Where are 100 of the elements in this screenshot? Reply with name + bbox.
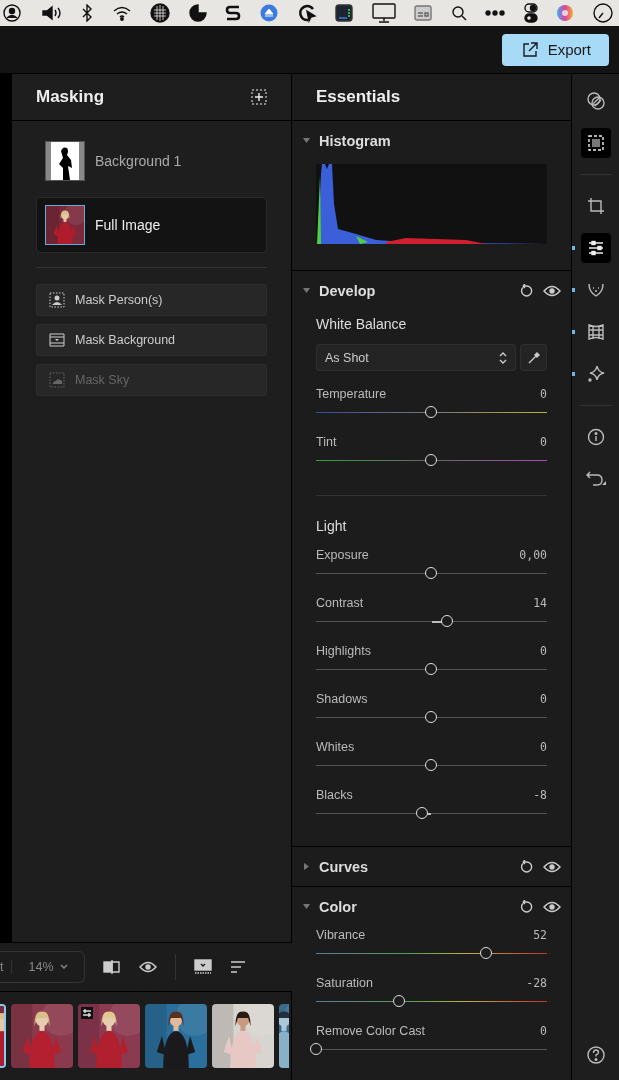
collapse-icon[interactable] — [302, 902, 311, 911]
crop-icon[interactable] — [586, 197, 605, 215]
silhouette-thumbnail-icon — [46, 142, 84, 180]
help-button[interactable] — [586, 1046, 605, 1064]
add-mask-icon[interactable] — [251, 89, 267, 105]
user-icon[interactable] — [2, 3, 22, 23]
expand-icon[interactable] — [302, 862, 311, 871]
orb-icon[interactable] — [556, 4, 575, 22]
mask-item[interactable]: Full Image — [36, 197, 267, 253]
eject-icon[interactable] — [259, 4, 278, 22]
preset-dropdown[interactable]: As Shot — [316, 344, 516, 371]
mask-action-button[interactable]: Mask Background — [36, 324, 267, 356]
slider-thumb[interactable] — [415, 806, 428, 819]
slider-value: -8 — [533, 788, 547, 802]
toggle-icon[interactable] — [523, 3, 538, 23]
mask-action-button[interactable]: Mask Person(s) — [36, 284, 267, 316]
eyedropper-icon — [527, 351, 540, 364]
section-title[interactable]: Histogram — [319, 132, 561, 149]
slider-thumb[interactable] — [425, 405, 437, 418]
slider-label: Whites — [316, 740, 355, 754]
slider-label: Exposure — [316, 548, 369, 562]
panel-title: Masking — [36, 87, 105, 107]
reset-icon[interactable] — [519, 859, 533, 874]
slider-thumb[interactable] — [392, 994, 405, 1007]
slider-label: Tint — [316, 435, 337, 449]
film-thumbnail[interactable] — [78, 1004, 140, 1068]
search-icon[interactable] — [450, 5, 467, 21]
wifi-icon[interactable] — [111, 5, 132, 21]
slider-thumb[interactable] — [425, 566, 437, 579]
slider-thumb[interactable] — [425, 453, 437, 466]
panel-title: Essentials — [316, 87, 401, 107]
adjustments-badge-icon — [82, 1008, 92, 1018]
slider-label: Blacks — [316, 788, 353, 802]
slider-value: 0 — [540, 387, 547, 401]
slider-value: 0 — [540, 1024, 547, 1038]
slider-thumb[interactable] — [425, 710, 437, 723]
layers-frame-icon — [49, 332, 65, 348]
reset-icon[interactable] — [519, 283, 533, 298]
person-frame-icon — [49, 292, 65, 308]
slider-label: Remove Color Cast — [316, 1024, 426, 1038]
slider-value: 0 — [540, 740, 547, 754]
film-thumbnail[interactable] — [212, 1004, 274, 1068]
film-thumbnail[interactable] — [11, 1004, 73, 1068]
slider-thumb[interactable] — [480, 946, 493, 959]
view-mode-label[interactable]: t — [0, 960, 13, 974]
reset-icon[interactable] — [519, 899, 533, 914]
eye-icon[interactable] — [543, 900, 561, 913]
section-title[interactable]: Color — [319, 898, 511, 915]
film-thumbnail[interactable] — [145, 1004, 207, 1068]
pie-icon[interactable] — [188, 4, 207, 22]
group-title: White Balance — [316, 316, 408, 332]
sparkle-icon[interactable] — [586, 365, 605, 383]
slider-thumb[interactable] — [441, 614, 454, 627]
group-title: Light — [316, 518, 348, 534]
slider-value: -28 — [526, 976, 547, 990]
clock-icon[interactable] — [593, 3, 613, 23]
more-icon[interactable] — [485, 10, 506, 16]
grid-warp-icon[interactable] — [586, 323, 605, 341]
sliders-icon[interactable] — [586, 240, 605, 256]
monitor-icon[interactable] — [371, 3, 396, 23]
slider-label: Highlights — [316, 644, 371, 658]
cloud-frame-icon — [49, 372, 65, 388]
collapse-icon[interactable] — [302, 136, 311, 145]
slider-label: Saturation — [316, 976, 373, 990]
eye-icon[interactable] — [543, 284, 561, 297]
export-button[interactable]: Export — [501, 33, 609, 66]
slider-label: Shadows — [316, 692, 368, 706]
sort-icon[interactable] — [229, 961, 246, 973]
speaker-icon[interactable] — [40, 4, 63, 22]
eyedropper-button[interactable] — [520, 344, 547, 371]
squiggle-icon[interactable] — [225, 4, 242, 22]
info-icon[interactable] — [586, 428, 605, 446]
slider-value: 14 — [533, 596, 547, 610]
slider-thumb[interactable] — [425, 662, 437, 675]
section-title[interactable]: Develop — [319, 282, 511, 299]
dashed-square-icon[interactable] — [586, 134, 605, 152]
slider-value: 0 — [540, 644, 547, 658]
export-icon — [521, 41, 538, 58]
section-title[interactable]: Curves — [319, 858, 511, 875]
grid-icon[interactable] — [150, 3, 171, 23]
zoom-dropdown[interactable]: 14% — [12, 960, 84, 974]
eye-icon[interactable] — [543, 860, 561, 873]
app-tile-icon[interactable] — [335, 4, 354, 22]
bluetooth-icon[interactable] — [81, 4, 94, 22]
face-icon[interactable] — [586, 281, 605, 299]
slider-value: 0 — [540, 692, 547, 706]
slider-thumb[interactable] — [425, 758, 437, 771]
tool-button[interactable] — [580, 128, 611, 158]
preview-eye-icon[interactable] — [138, 961, 157, 973]
window-icon[interactable] — [414, 5, 433, 21]
cursor-circle-icon[interactable] — [296, 3, 317, 23]
caret-icon — [59, 964, 68, 970]
collapse-icon[interactable] — [302, 286, 311, 295]
mask-item[interactable]: Background 1 — [36, 133, 267, 189]
filmstrip-icon[interactable] — [193, 959, 212, 975]
help-icon — [586, 1046, 605, 1064]
updown-caret-icon — [499, 351, 507, 364]
slider-thumb[interactable] — [309, 1042, 322, 1055]
compare-icon[interactable] — [102, 959, 121, 975]
slider-value: 0,00 — [519, 548, 547, 562]
